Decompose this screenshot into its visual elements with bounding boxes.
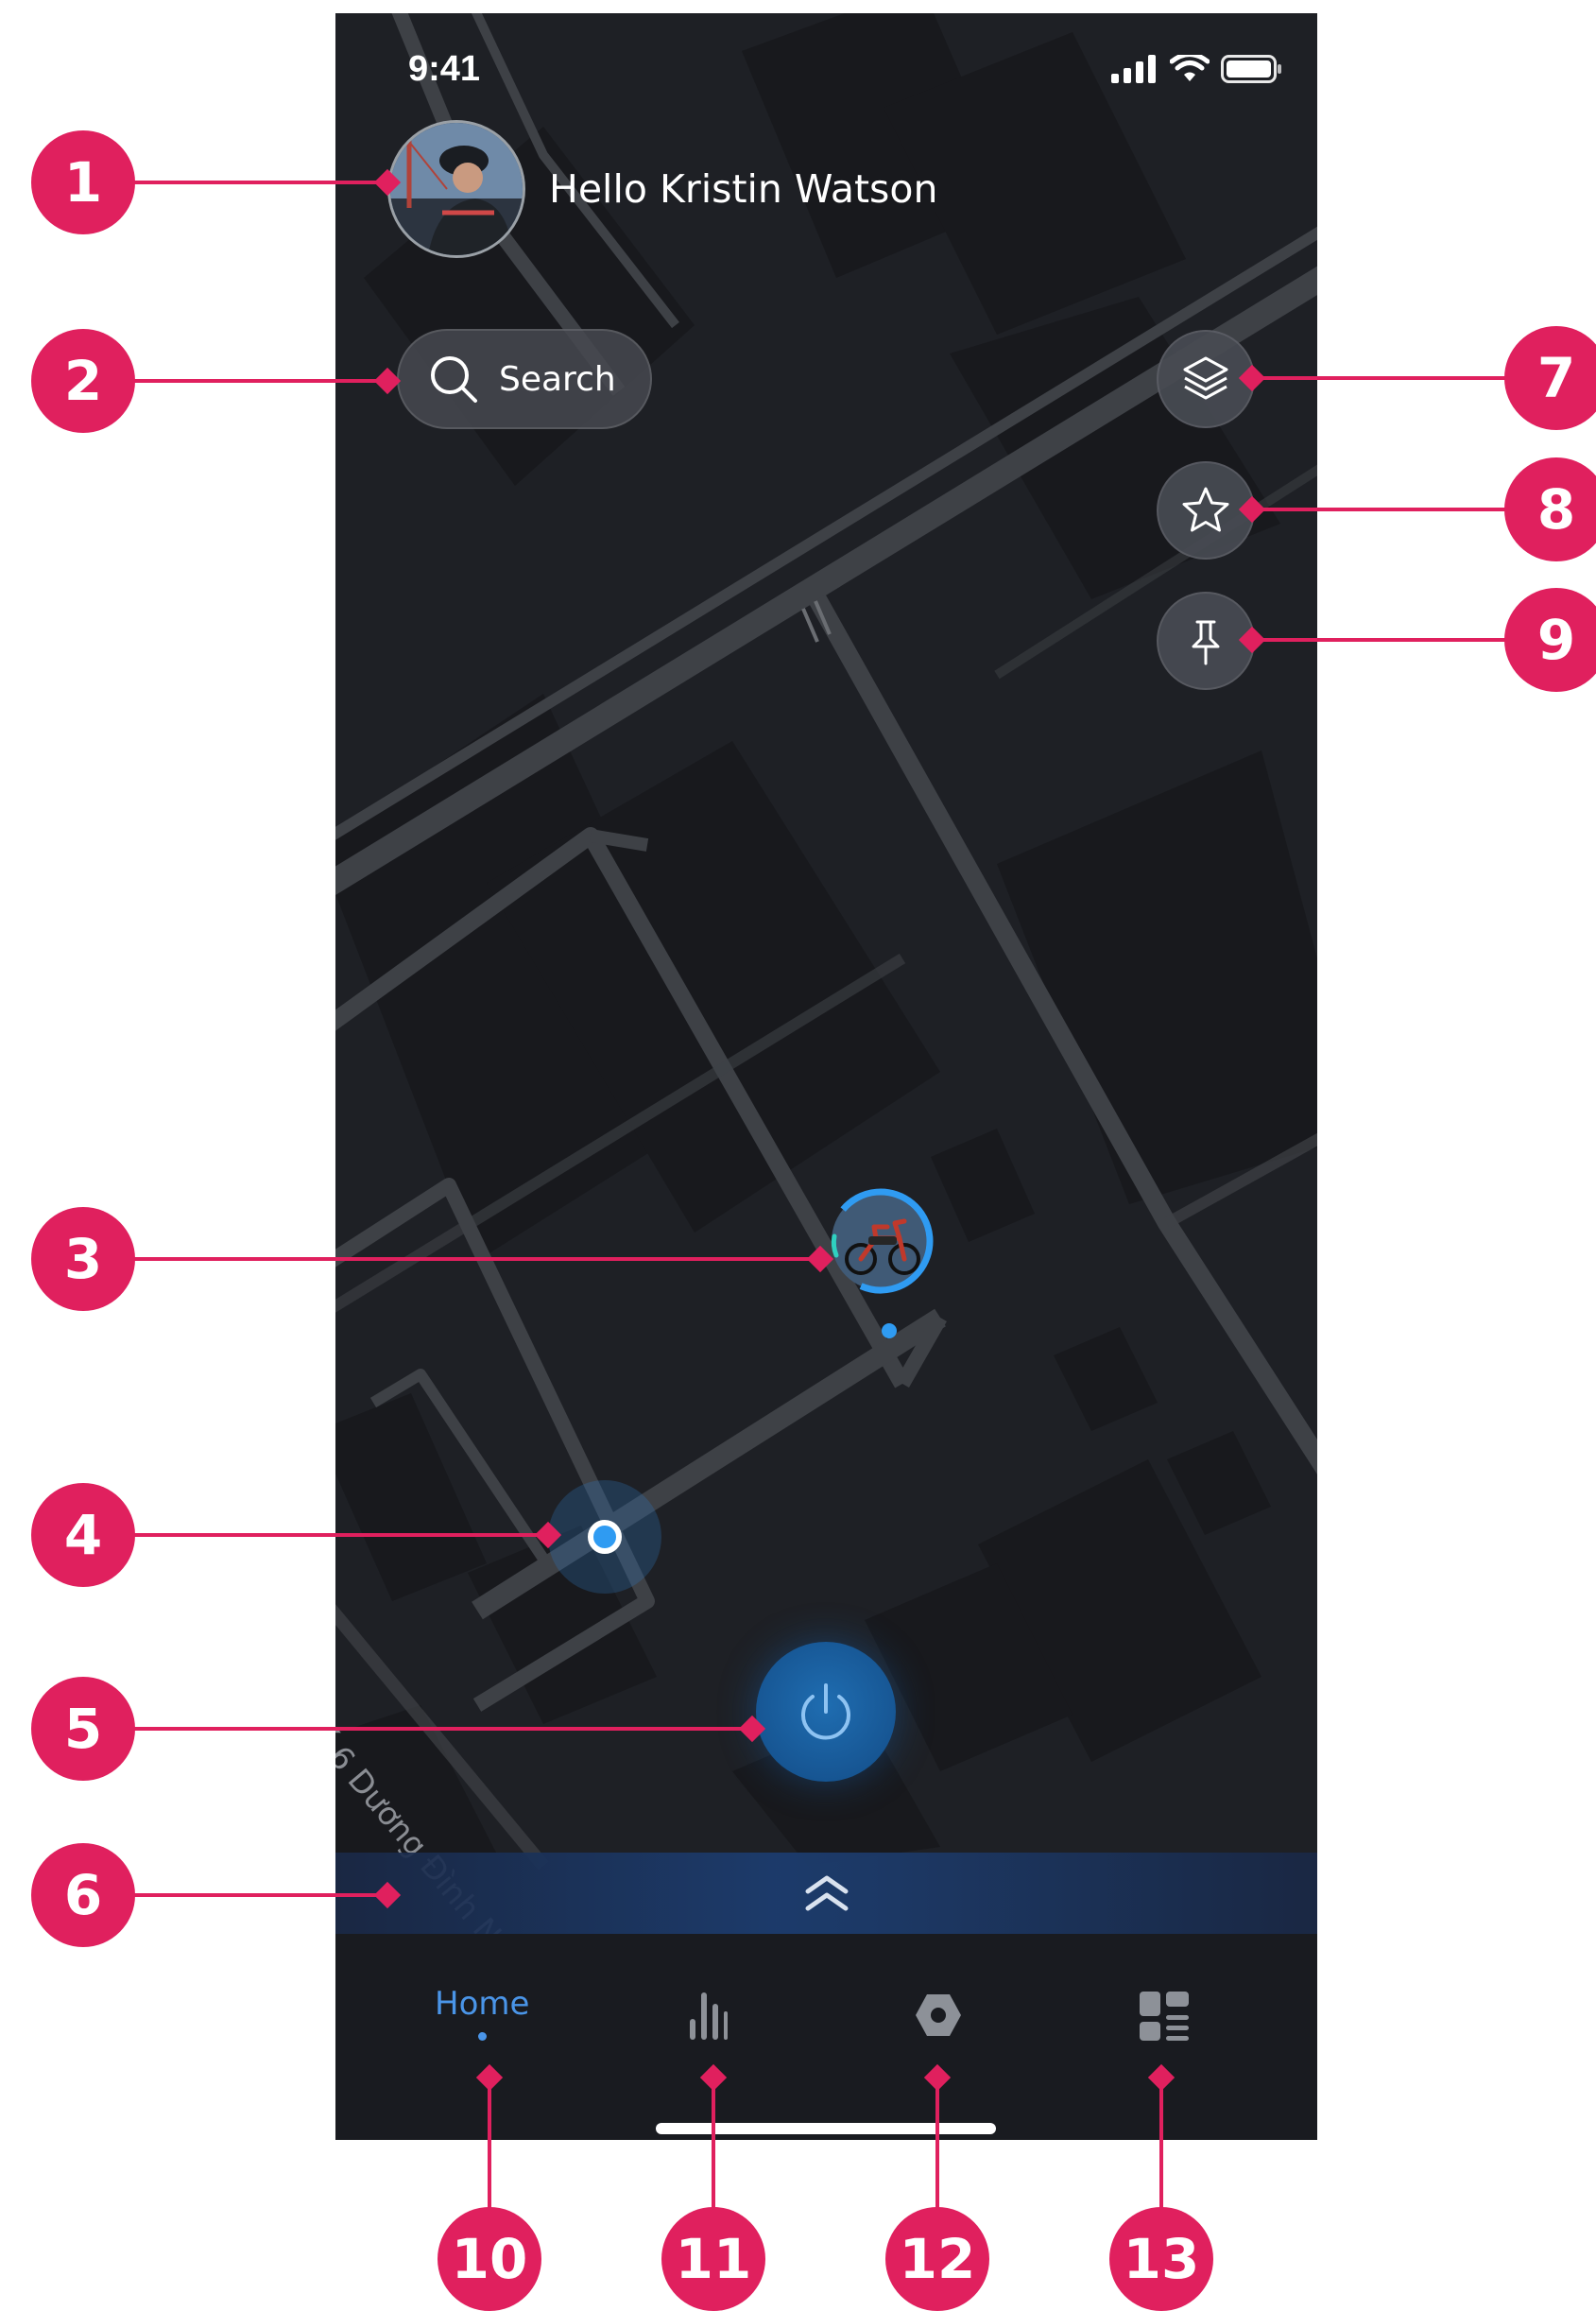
star-icon	[1182, 487, 1229, 532]
callout-badge-3: 3	[31, 1207, 135, 1311]
callout-badge-5: 5	[31, 1677, 135, 1781]
status-time: 9:41	[408, 49, 481, 89]
current-location-marker[interactable]	[548, 1480, 661, 1594]
active-indicator-dot	[477, 2032, 487, 2041]
phone-screen: 9:41 Hello Kristin Watson Search Số 6 Dư…	[335, 13, 1317, 2140]
callout-badge-7: 7	[1504, 326, 1596, 430]
location-dot	[588, 1520, 622, 1554]
bike-direction-dot	[882, 1323, 897, 1338]
callout-badge-13: 13	[1109, 2207, 1213, 2311]
power-icon	[801, 1683, 850, 1740]
tab-home-label: Home	[435, 1985, 530, 2023]
avatar[interactable]	[387, 120, 525, 258]
tab-settings[interactable]	[914, 1992, 963, 2038]
greeting-text: Hello Kristin Watson	[549, 166, 938, 212]
tab-home[interactable]: Home	[435, 1985, 529, 2041]
bike-marker[interactable]	[819, 1180, 942, 1302]
bike-marker-icon	[828, 1188, 934, 1294]
callout-badge-8: 8	[1504, 457, 1596, 561]
home-indicator[interactable]	[656, 2123, 996, 2134]
layers-icon	[1183, 356, 1228, 400]
callout-badge-6: 6	[31, 1843, 135, 1947]
wifi-icon	[1170, 55, 1210, 81]
callout-badge-2: 2	[31, 329, 135, 433]
status-icons	[1111, 55, 1283, 83]
callout-badge-11: 11	[661, 2207, 765, 2311]
chevron-up-icon	[805, 1875, 848, 1911]
search-label: Search	[499, 359, 616, 399]
pin-button[interactable]	[1157, 592, 1255, 690]
power-button[interactable]	[756, 1642, 896, 1782]
search-icon	[431, 356, 477, 403]
dashboard-icon	[1140, 1992, 1189, 2041]
favorites-button[interactable]	[1157, 461, 1255, 560]
hex-settings-icon	[916, 1994, 961, 2036]
avatar-photo	[390, 123, 523, 255]
battery-icon	[1221, 55, 1281, 83]
tab-stats[interactable]	[688, 1991, 729, 2042]
callout-badge-12: 12	[885, 2207, 989, 2311]
tab-bar: Home	[335, 1934, 1317, 2140]
callout-badge-10: 10	[438, 2207, 541, 2311]
callout-badge-4: 4	[31, 1483, 135, 1587]
search-button[interactable]: Search	[397, 329, 652, 429]
layers-button[interactable]	[1157, 330, 1255, 428]
callout-badge-1: 1	[31, 130, 135, 234]
tab-dashboard[interactable]	[1139, 1991, 1190, 2042]
signal-icon	[1111, 55, 1156, 83]
stats-icon	[690, 1992, 728, 2040]
pin-icon	[1192, 620, 1220, 665]
expand-panel-handle[interactable]	[335, 1853, 1317, 1934]
callout-badge-9: 9	[1504, 588, 1596, 692]
